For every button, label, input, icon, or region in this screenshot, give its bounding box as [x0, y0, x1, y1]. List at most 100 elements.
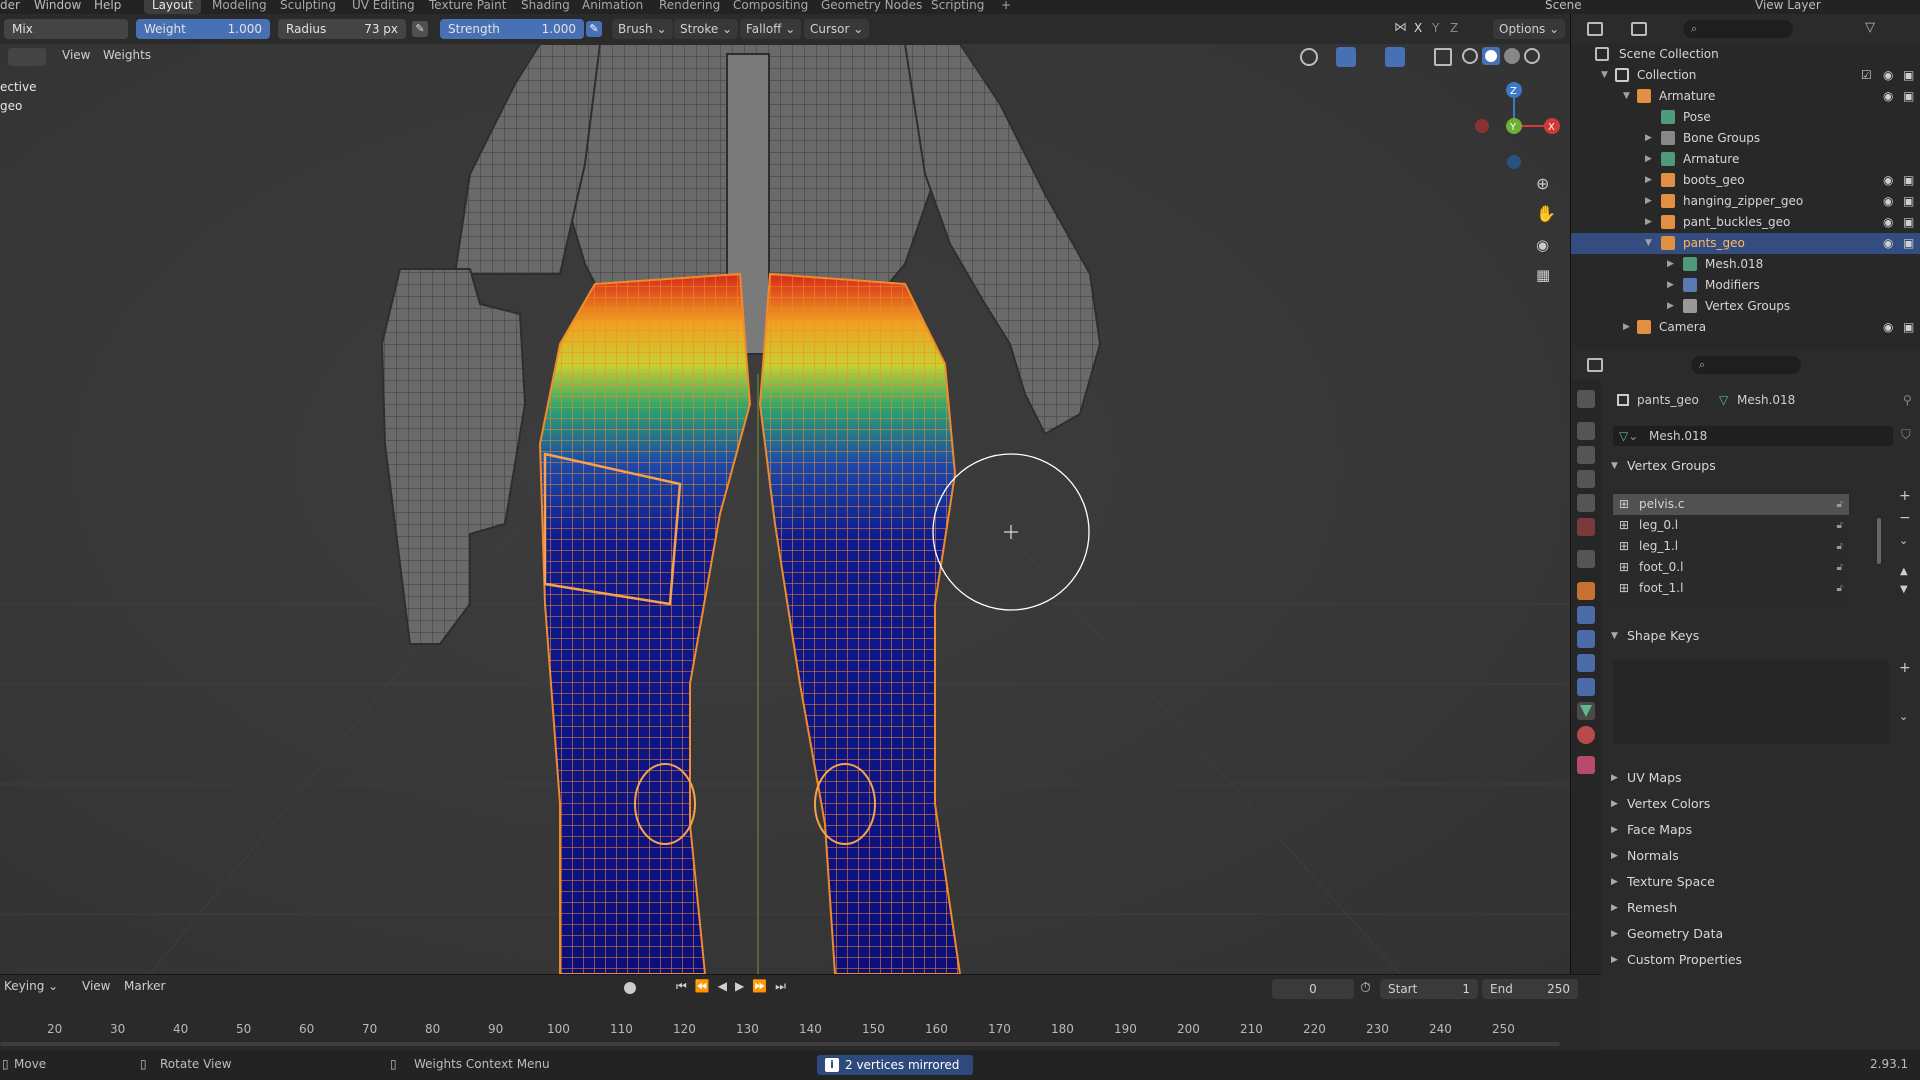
add-workspace-button[interactable]: +	[993, 0, 1019, 14]
blend-mode-select[interactable]: Mix	[4, 19, 128, 39]
shading-material-icon[interactable]	[1504, 48, 1520, 64]
menu-help[interactable]: Help	[94, 0, 121, 13]
outliner-row-boots-geo[interactable]: ▶ boots_geo ◉ ▣	[1571, 170, 1920, 191]
lock-icon[interactable]: 🔓︎	[1837, 494, 1843, 515]
strength-pressure-icon[interactable]: ✎	[586, 21, 602, 37]
outliner-row-hanging-zipper-geo[interactable]: ▶ hanging_zipper_geo ◉ ▣	[1571, 191, 1920, 212]
xray-toggle-icon[interactable]	[1434, 48, 1452, 66]
remesh-section-header[interactable]: ▶ Remesh	[1601, 896, 1920, 920]
filter-icon[interactable]: ▽	[1865, 20, 1875, 35]
remove-vertex-group-button[interactable]: −	[1899, 510, 1911, 526]
move-down-icon[interactable]: ▼	[1900, 584, 1908, 595]
eye-icon[interactable]: ◉	[1883, 317, 1893, 338]
gizmo-toggle-icon[interactable]	[1336, 47, 1356, 67]
outliner-row-mesh-018[interactable]: ▶ Mesh.018	[1571, 254, 1920, 275]
viewport-weights-menu[interactable]: Weights	[103, 48, 151, 62]
world-tab-icon[interactable]	[1577, 518, 1595, 536]
outliner-row-scene-collection[interactable]: Scene Collection	[1571, 44, 1920, 65]
eye-icon[interactable]: ◉	[1883, 170, 1893, 191]
move-up-icon[interactable]: ▲	[1900, 566, 1908, 577]
outliner-row-modifiers[interactable]: ▶ Modifiers	[1571, 275, 1920, 296]
outliner-row-pants-geo[interactable]: ▼ pants_geo ◉ ▣	[1571, 233, 1920, 254]
eye-icon[interactable]: ◉	[1883, 65, 1893, 86]
tab-layout[interactable]: Layout	[144, 0, 201, 14]
camera-view-icon[interactable]: ◉	[1536, 236, 1549, 254]
options-menu[interactable]: Options ⌄	[1493, 19, 1566, 39]
material-tab-icon[interactable]	[1577, 726, 1595, 744]
vertex-group-item[interactable]: ⊞ foot_0.l 🔓︎	[1613, 557, 1849, 578]
viewport-view-menu[interactable]: View	[62, 48, 90, 62]
outliner-row-pant-buckles-geo[interactable]: ▶ pant_buckles_geo ◉ ▣	[1571, 212, 1920, 233]
tab-rendering[interactable]: Rendering	[651, 0, 728, 14]
outliner-row-collection[interactable]: ▼ Collection ☑ ◉ ▣	[1571, 65, 1920, 86]
modifiers-tab-icon[interactable]	[1577, 606, 1595, 624]
expand-arrow-icon[interactable]: ▶	[1623, 317, 1630, 338]
lock-icon[interactable]: 🔓︎	[1837, 557, 1843, 578]
timeline-scrollbar[interactable]	[0, 1042, 1560, 1046]
shape-key-specials-icon[interactable]: ⌄	[1899, 710, 1908, 723]
end-frame-field[interactable]: End 250	[1482, 979, 1578, 999]
weight-field[interactable]: Weight 1.000	[136, 19, 270, 39]
mesh-data-tab-icon[interactable]	[1577, 702, 1595, 720]
mirror-icon[interactable]: ⋈	[1394, 20, 1407, 35]
expand-arrow-icon[interactable]: ▶	[1667, 275, 1674, 296]
view-layer-selector[interactable]: View Layer	[1755, 0, 1821, 13]
expand-arrow-icon[interactable]: ▶	[1667, 254, 1674, 275]
vertex-groups-section-header[interactable]: ▼ Vertex Groups	[1601, 454, 1920, 478]
collection-tab-icon[interactable]	[1577, 550, 1595, 568]
tab-texture-paint[interactable]: Texture Paint	[421, 0, 514, 14]
3d-viewport[interactable]: View Weights ective geo Z Y X ⊕ ✋ ◉ ▦	[0, 44, 1570, 974]
mirror-y-toggle[interactable]: Y	[1432, 21, 1439, 35]
expand-arrow-icon[interactable]: ▶	[1645, 191, 1652, 212]
timeline-ruler[interactable]: 20 30 40 50 60 70 80 90 100 110 120 130 …	[0, 1004, 1570, 1046]
editor-type-icon[interactable]	[1587, 358, 1603, 372]
radius-pressure-icon[interactable]: ✎	[412, 21, 428, 37]
expand-arrow-icon[interactable]: ▼	[1623, 86, 1630, 107]
outliner-row-armature[interactable]: ▼ Armature ◉ ▣	[1571, 86, 1920, 107]
expand-arrow-icon[interactable]: ▶	[1667, 296, 1674, 317]
display-mode-icon[interactable]	[1631, 22, 1647, 36]
expand-arrow-icon[interactable]: ▼	[1645, 233, 1652, 254]
outliner-row-bone-groups[interactable]: ▶ Bone Groups	[1571, 128, 1920, 149]
properties-search-input[interactable]: ⌕	[1691, 356, 1801, 374]
lock-icon[interactable]: 🔓︎	[1837, 515, 1843, 536]
camera-icon[interactable]: ▣	[1903, 233, 1914, 254]
editor-type-icon[interactable]	[1587, 22, 1603, 36]
shading-wireframe-icon[interactable]	[1462, 48, 1478, 64]
shape-keys-list[interactable]	[1613, 660, 1889, 744]
vertex-colors-section-header[interactable]: ▶ Vertex Colors	[1601, 792, 1920, 816]
stopwatch-icon[interactable]: ⏱	[1360, 980, 1371, 996]
vertex-group-specials-icon[interactable]: ⌄	[1899, 534, 1908, 547]
texture-tab-icon[interactable]	[1577, 756, 1595, 774]
tab-animation[interactable]: Animation	[574, 0, 651, 14]
current-frame-field[interactable]: 0	[1272, 979, 1354, 999]
tab-shading[interactable]: Shading	[513, 0, 578, 14]
outliner-search-input[interactable]: ⌕	[1683, 20, 1793, 38]
mode-icons[interactable]	[8, 48, 46, 66]
tab-scripting[interactable]: Scripting	[923, 0, 992, 14]
vertex-groups-list[interactable]: ⊞ pelvis.c 🔓︎ ⊞ leg_0.l 🔓︎ ⊞ leg_1.l 🔓︎ …	[1613, 490, 1849, 610]
eye-icon[interactable]: ◉	[1883, 86, 1893, 107]
outliner-row-camera[interactable]: ▶ Camera ◉ ▣	[1571, 317, 1920, 338]
stroke-menu[interactable]: Stroke ⌄	[674, 19, 739, 39]
radius-field[interactable]: Radius 73 px	[278, 19, 406, 39]
constraints-tab-icon[interactable]	[1577, 678, 1595, 696]
object-tab-icon[interactable]	[1577, 582, 1595, 600]
camera-icon[interactable]: ▣	[1903, 65, 1914, 86]
shape-keys-section-header[interactable]: ▼ Shape Keys	[1601, 624, 1920, 648]
checkbox-icon[interactable]: ☑	[1861, 65, 1872, 86]
ortho-grid-icon[interactable]: ▦	[1536, 266, 1550, 284]
expand-arrow-icon[interactable]: ▼	[1601, 65, 1608, 86]
pin-icon[interactable]: ⚲	[1903, 390, 1912, 410]
outliner-row-armature-data[interactable]: ▶ Armature	[1571, 149, 1920, 170]
expand-arrow-icon[interactable]: ▶	[1645, 212, 1652, 233]
geometry-data-section-header[interactable]: ▶ Geometry Data	[1601, 922, 1920, 946]
particles-tab-icon[interactable]	[1577, 630, 1595, 648]
camera-icon[interactable]: ▣	[1903, 170, 1914, 191]
viewport-canvas[interactable]	[0, 44, 1570, 974]
face-maps-section-header[interactable]: ▶ Face Maps	[1601, 818, 1920, 842]
start-frame-field[interactable]: Start 1	[1380, 979, 1478, 999]
scene-selector[interactable]: Scene	[1545, 0, 1582, 13]
brush-menu[interactable]: Brush ⌄	[612, 19, 673, 39]
tab-compositing[interactable]: Compositing	[725, 0, 816, 14]
